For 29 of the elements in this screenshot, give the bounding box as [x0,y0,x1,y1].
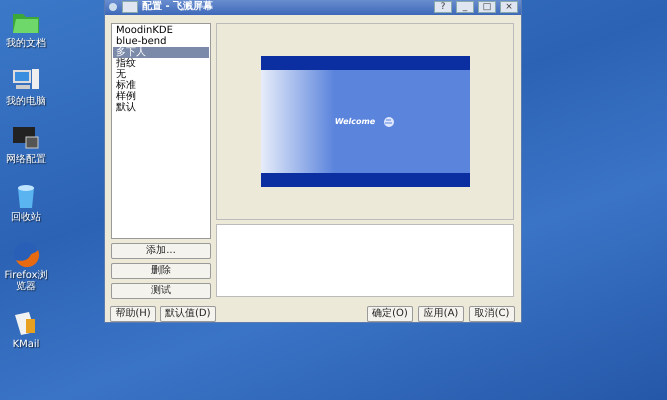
dialog-button[interactable]: 应用(A) [418,306,464,322]
action-button[interactable]: 删除 [111,263,211,279]
list-item[interactable]: MoodinKDE [113,25,209,36]
title-bar-button[interactable]: × [500,1,518,13]
globe-icon [383,116,396,128]
icon-label[interactable]: 网络配置 [2,154,50,165]
icon-label[interactable]: 回收站 [2,212,50,223]
icon-label[interactable]: 我的电脑 [2,96,50,107]
list-item[interactable]: 默认 [113,102,209,113]
title-bar-button[interactable]: ? [434,1,452,13]
list-item[interactable]: 标准 [113,80,209,91]
icon-label[interactable]: 我的文档 [2,38,50,49]
icon-label[interactable]: KMail [2,339,50,350]
list-item[interactable]: blue-bend [113,36,209,47]
action-button[interactable]: 添加... [111,243,211,259]
dialog-button[interactable]: 取消(C) [469,306,515,322]
list-item[interactable]: 样例 [113,91,209,102]
app-icon [108,2,118,12]
title-bar-button[interactable]: _ [456,1,474,13]
dialog-button[interactable]: 默认值(D) [160,306,216,322]
window-title: 配置 - 飞溅屏幕 [142,1,214,13]
welcome-text: Welcome [334,116,376,128]
dialog-button[interactable]: 确定(O) [367,306,413,322]
action-button[interactable]: 测试 [111,283,211,299]
dialog-button[interactable]: 帮助(H) [110,306,156,322]
list-item[interactable]: 无 [113,69,209,80]
title-bar-button[interactable]: □ [478,1,496,13]
list-item[interactable]: 指纹 [113,58,209,69]
icon-label[interactable]: Firefox浏览器 [2,270,50,292]
